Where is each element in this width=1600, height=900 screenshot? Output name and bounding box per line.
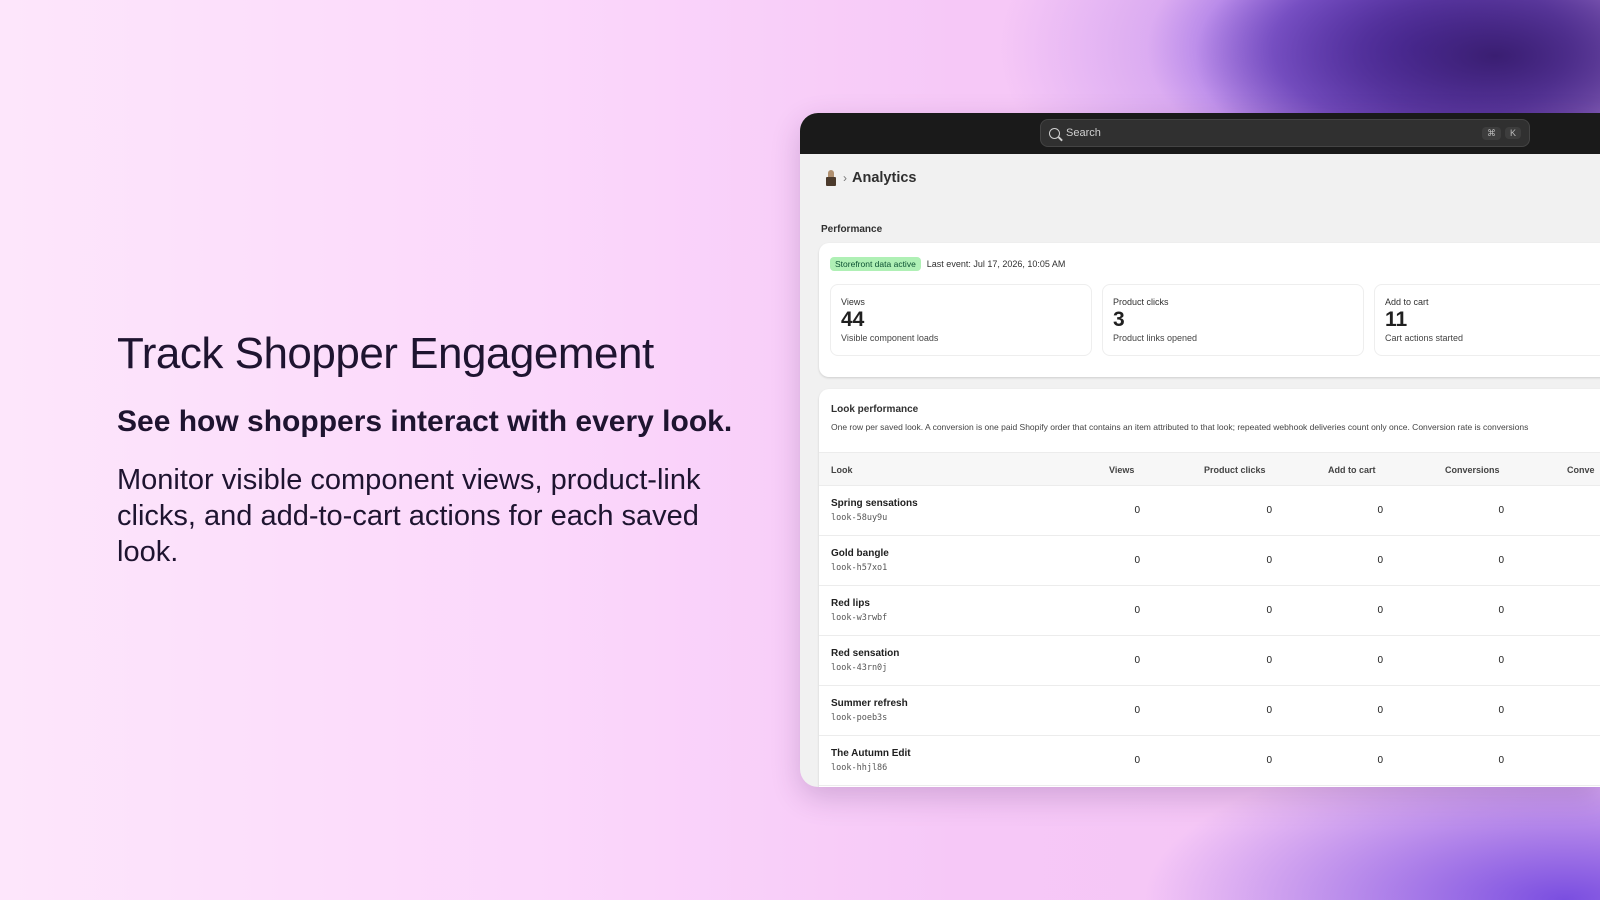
look-id: look-h57xo1 — [831, 563, 888, 573]
cell-views: 0 — [1134, 505, 1140, 516]
breadcrumb: › Analytics — [824, 170, 916, 186]
column-header-add-to-cart[interactable]: Add to cart — [1328, 465, 1376, 475]
table-row[interactable]: The Autumn Edit look-hhjl86 0 0 0 0 — [819, 736, 1600, 786]
search-icon — [1049, 127, 1060, 139]
look-name: Spring sensations — [831, 498, 918, 509]
look-name: Red lips — [831, 598, 870, 609]
look-name: Red sensation — [831, 648, 900, 659]
hero-body: Monitor visible component views, product… — [117, 464, 701, 568]
look-name: Gold bangle — [831, 548, 889, 559]
table-row[interactable]: Red lips look-w3rwbf 0 0 0 0 — [819, 586, 1600, 636]
search-input[interactable]: Search ⌘ K — [1040, 119, 1530, 147]
cell-conversions: 0 — [1498, 655, 1504, 666]
store-icon[interactable] — [824, 170, 838, 186]
cell-add-to-cart: 0 — [1377, 655, 1383, 666]
cell-views: 0 — [1134, 755, 1140, 766]
cell-product-clicks: 0 — [1266, 555, 1272, 566]
status-row: Storefront data active Last event: Jul 1… — [830, 257, 1065, 271]
cell-conversions: 0 — [1498, 705, 1504, 716]
cell-views: 0 — [1134, 605, 1140, 616]
hero-section: Track Shopper Engagement See how shopper… — [117, 326, 767, 570]
cell-product-clicks: 0 — [1266, 505, 1272, 516]
cell-conversions: 0 — [1498, 555, 1504, 566]
cell-add-to-cart: 0 — [1377, 705, 1383, 716]
metric-label: Views — [841, 297, 865, 307]
shortcut-k-key: K — [1504, 127, 1521, 139]
metric-add-to-cart: Add to cart 11 Cart actions started — [1374, 284, 1600, 356]
cell-conversions: 0 — [1498, 505, 1504, 516]
metric-label: Add to cart — [1385, 297, 1429, 307]
metric-description: Visible component loads — [841, 333, 939, 343]
look-id: look-hhjl86 — [831, 763, 888, 773]
cell-views: 0 — [1134, 555, 1140, 566]
page-title: Analytics — [852, 170, 917, 186]
table-row[interactable]: Gold bangle look-h57xo1 0 0 0 0 — [819, 536, 1600, 586]
cell-add-to-cart: 0 — [1377, 755, 1383, 766]
look-id: look-43rn0j — [831, 663, 888, 673]
cell-product-clicks: 0 — [1266, 655, 1272, 666]
cell-views: 0 — [1134, 705, 1140, 716]
app-window: Search ⌘ K › Analytics Performance Store… — [800, 113, 1600, 787]
look-id: look-w3rwbf — [831, 613, 888, 623]
look-id: look-58uy9u — [831, 513, 888, 523]
column-header-conversion-rate[interactable]: Conve — [1567, 465, 1595, 475]
cell-conversions: 0 — [1498, 605, 1504, 616]
metric-value: 11 — [1385, 308, 1408, 331]
column-header-conversions[interactable]: Conversions — [1445, 465, 1500, 475]
metric-description: Cart actions started — [1385, 333, 1464, 343]
look-performance-description: One row per saved look. A conversion is … — [831, 422, 1529, 432]
hero-subtitle: See how shoppers interact with every loo… — [117, 405, 733, 438]
metric-value: 44 — [841, 308, 865, 331]
cell-add-to-cart: 0 — [1377, 555, 1383, 566]
table-header: Look Views Product clicks Add to cart Co… — [819, 452, 1600, 486]
look-id: look-poeb3s — [831, 713, 888, 723]
column-header-views[interactable]: Views — [1109, 465, 1134, 475]
table-row[interactable]: Red sensation look-43rn0j 0 0 0 0 — [819, 636, 1600, 686]
hero-title: Track Shopper Engagement — [117, 329, 654, 378]
metric-label: Product clicks — [1113, 297, 1169, 307]
table-row[interactable]: Summer refresh look-poeb3s 0 0 0 0 — [819, 686, 1600, 736]
metric-value: 3 — [1113, 308, 1125, 331]
cell-add-to-cart: 0 — [1377, 505, 1383, 516]
last-event-text: Last event: Jul 17, 2026, 10:05 AM — [926, 259, 1066, 269]
look-name: The Autumn Edit — [831, 748, 911, 759]
cell-conversions: 0 — [1498, 755, 1504, 766]
cell-product-clicks: 0 — [1266, 755, 1272, 766]
table-row[interactable]: Spring sensations look-58uy9u 0 0 0 0 — [819, 486, 1600, 536]
cell-add-to-cart: 0 — [1377, 605, 1383, 616]
cell-product-clicks: 0 — [1266, 605, 1272, 616]
performance-section-label: Performance — [821, 224, 883, 235]
metric-views: Views 44 Visible component loads — [830, 284, 1092, 356]
performance-card: Storefront data active Last event: Jul 1… — [819, 243, 1600, 377]
metric-description: Product links opened — [1113, 333, 1198, 343]
cell-product-clicks: 0 — [1266, 705, 1272, 716]
search-placeholder: Search — [1066, 127, 1101, 139]
column-header-look[interactable]: Look — [831, 465, 853, 475]
cell-views: 0 — [1134, 655, 1140, 666]
topbar: Search ⌘ K — [800, 113, 1600, 154]
look-performance-title: Look performance — [831, 404, 919, 415]
status-badge: Storefront data active — [830, 257, 921, 271]
look-performance-card: Look performance One row per saved look.… — [819, 389, 1600, 787]
chevron-right-icon: › — [843, 171, 847, 185]
shortcut-command-key: ⌘ — [1481, 126, 1501, 140]
metric-product-clicks: Product clicks 3 Product links opened — [1102, 284, 1364, 356]
column-header-product-clicks[interactable]: Product clicks — [1204, 465, 1266, 475]
look-name: Summer refresh — [831, 698, 908, 709]
